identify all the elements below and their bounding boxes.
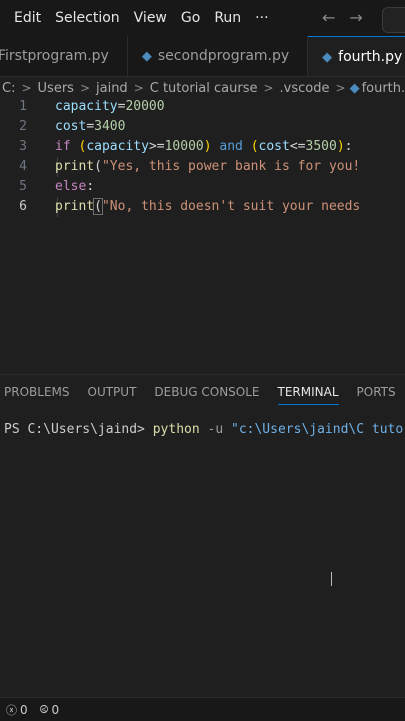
line-number: 6 bbox=[19, 199, 27, 214]
line-number: 3 bbox=[19, 139, 27, 154]
broadcast-icon: ⧀ bbox=[39, 702, 49, 716]
code-token: ( bbox=[94, 159, 102, 174]
navigation-arrows: ← → bbox=[322, 8, 363, 28]
chevron-right-icon: > bbox=[21, 81, 32, 95]
code-token: print bbox=[55, 159, 95, 174]
code-token: = bbox=[86, 119, 95, 134]
chevron-right-icon: > bbox=[335, 81, 346, 95]
code-token: "Yes, this power bank is for you! bbox=[101, 159, 361, 174]
line-number: 1 bbox=[19, 99, 27, 114]
code-token: 20000 bbox=[125, 99, 165, 114]
error-count: 0 bbox=[20, 702, 28, 717]
code-token: capacity bbox=[55, 99, 118, 114]
code-line: 5 else: bbox=[0, 177, 405, 197]
tab-ports[interactable]: PORTS bbox=[357, 375, 396, 409]
code-token: and bbox=[219, 139, 243, 154]
code-token: 3500 bbox=[305, 139, 337, 154]
terminal-command: python bbox=[152, 422, 200, 437]
code-token: ( bbox=[93, 198, 103, 215]
code-text: capacity=20000 bbox=[55, 97, 165, 117]
code-line: 2 cost=3400 bbox=[0, 117, 405, 137]
python-file-icon: ◆ bbox=[349, 80, 360, 96]
code-token: cost bbox=[258, 139, 290, 154]
code-token: : bbox=[344, 139, 353, 154]
chevron-right-icon: > bbox=[263, 81, 274, 95]
code-line: 3 if (capacity>=10000) and (cost<=3500): bbox=[0, 137, 405, 157]
error-icon: ⓧ bbox=[6, 703, 17, 717]
ports-status[interactable]: ⧀ 0 bbox=[40, 703, 59, 717]
menu-run[interactable]: Run bbox=[214, 10, 241, 26]
breadcrumb-jaind[interactable]: jaind bbox=[96, 81, 128, 96]
line-number: 4 bbox=[19, 159, 27, 174]
arrow-right-icon[interactable]: → bbox=[349, 8, 362, 28]
tab-label: Firstprogram.py bbox=[0, 48, 109, 64]
code-token: ( bbox=[250, 139, 259, 154]
code-token: >= bbox=[148, 139, 165, 154]
tab-label: secondprogram.py bbox=[157, 48, 290, 64]
line-number: 2 bbox=[19, 119, 27, 134]
code-token: if bbox=[55, 139, 71, 154]
tab-problems[interactable]: PROBLEMS bbox=[4, 375, 70, 409]
python-file-icon: ◆ bbox=[141, 48, 152, 64]
tab-firstprogram[interactable]: Firstprogram.py bbox=[0, 36, 128, 76]
code-text: print("No, this doesn't suit your needs bbox=[55, 197, 360, 217]
breadcrumb-vscode[interactable]: .vscode bbox=[280, 81, 330, 96]
terminal-argument: "c:\Users\jaind\C tutor bbox=[231, 422, 405, 437]
code-token: else bbox=[55, 179, 87, 194]
text-cursor-icon bbox=[331, 572, 332, 586]
code-editor[interactable]: 1 capacity=20000 2 cost=3400 3 if (capac… bbox=[0, 97, 405, 367]
terminal-flag: -u bbox=[199, 422, 231, 437]
port-count: 0 bbox=[51, 702, 60, 717]
code-token: print bbox=[55, 199, 95, 214]
menu-go[interactable]: Go bbox=[181, 10, 200, 26]
code-line: 6 print("No, this doesn't suit your need… bbox=[0, 197, 405, 217]
arrow-left-icon[interactable]: ← bbox=[322, 8, 335, 28]
code-token: "No, this doesn't suit your needs bbox=[101, 199, 361, 214]
chevron-right-icon: > bbox=[79, 81, 90, 95]
breadcrumb-folder[interactable]: C tutorial caurse bbox=[150, 81, 258, 96]
code-token: cost bbox=[55, 119, 87, 134]
code-token: capacity bbox=[86, 139, 149, 154]
code-token: 10000 bbox=[164, 139, 204, 154]
code-token: : bbox=[86, 179, 95, 194]
panel-tab-bar: PROBLEMS OUTPUT DEBUG CONSOLE TERMINAL P… bbox=[0, 375, 405, 409]
breadcrumb: C: > Users > jaind > C tutorial caurse >… bbox=[0, 77, 405, 99]
editor-tab-bar: Firstprogram.py ◆ secondprogram.py ◆ fou… bbox=[0, 36, 405, 77]
code-token: ) bbox=[336, 139, 345, 154]
tab-terminal[interactable]: TERMINAL bbox=[277, 375, 339, 409]
code-line: 4 print("Yes, this power bank is for you… bbox=[0, 157, 405, 177]
menu-more[interactable]: ··· bbox=[255, 10, 268, 26]
status-bar: ⓧ 0 ⧀ 0 bbox=[0, 697, 405, 721]
breadcrumb-file[interactable]: fourth.py bbox=[362, 81, 405, 96]
menu-bar: Edit Selection View Go Run ··· ← → bbox=[0, 0, 405, 36]
tab-label: fourth.py bbox=[338, 49, 403, 65]
breadcrumb-drive[interactable]: C: bbox=[2, 81, 15, 96]
line-number: 5 bbox=[19, 179, 27, 194]
tab-debug-console[interactable]: DEBUG CONSOLE bbox=[154, 375, 259, 409]
menu-selection[interactable]: Selection bbox=[55, 10, 120, 26]
code-token: <= bbox=[289, 139, 306, 154]
tab-fourth[interactable]: ◆ fourth.py bbox=[308, 36, 405, 76]
breadcrumb-users[interactable]: Users bbox=[38, 81, 74, 96]
code-text: else: bbox=[55, 177, 94, 197]
problems-status[interactable]: ⓧ 0 bbox=[6, 702, 28, 718]
menu-edit[interactable]: Edit bbox=[14, 10, 41, 26]
code-token: ) bbox=[203, 139, 212, 154]
tab-secondprogram[interactable]: ◆ secondprogram.py bbox=[127, 36, 309, 76]
terminal-prompt: PS C:\Users\jaind> bbox=[4, 422, 153, 437]
code-text: print("Yes, this power bank is for you! bbox=[55, 157, 360, 177]
terminal-output[interactable]: PS C:\Users\jaind> python -u "c:\Users\j… bbox=[0, 420, 405, 440]
code-token: 3400 bbox=[94, 119, 126, 134]
code-text: cost=3400 bbox=[55, 117, 125, 137]
tab-output[interactable]: OUTPUT bbox=[88, 375, 137, 409]
python-file-icon: ◆ bbox=[322, 49, 333, 65]
command-center-search[interactable] bbox=[382, 7, 405, 33]
code-line: 1 capacity=20000 bbox=[0, 97, 405, 117]
code-text: if (capacity>=10000) and (cost<=3500): bbox=[55, 137, 352, 157]
chevron-right-icon: > bbox=[133, 81, 144, 95]
menu-view[interactable]: View bbox=[134, 10, 167, 26]
